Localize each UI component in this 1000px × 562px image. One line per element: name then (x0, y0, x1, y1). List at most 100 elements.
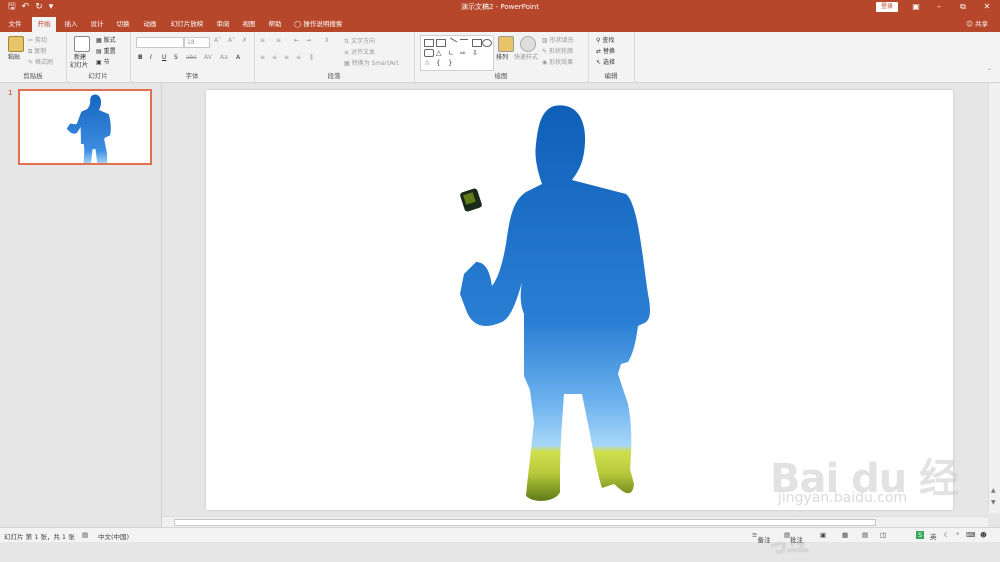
line-spacing-icon[interactable]: ⇕ (324, 37, 329, 44)
slide-thumbnail[interactable] (18, 89, 152, 175)
tab-animations[interactable]: 动画 (138, 17, 162, 32)
font-name-select[interactable] (136, 37, 184, 48)
new-slide-icon[interactable] (74, 36, 90, 52)
increase-indent-icon[interactable]: ⇥ (306, 37, 311, 44)
shape-fill-button[interactable]: ▨ 形状填充 (542, 35, 574, 44)
reading-view-icon[interactable]: ▤ (862, 531, 868, 539)
reset-button[interactable]: ▤ 重置 (96, 46, 116, 55)
tab-home[interactable]: 开始 (32, 17, 56, 32)
textbox-vertical-shape-icon[interactable] (436, 39, 446, 47)
select-button[interactable]: ↖ 选择 (596, 57, 615, 66)
italic-button[interactable]: I (150, 54, 152, 61)
columns-icon[interactable]: ‖ (310, 54, 313, 61)
font-color-button[interactable]: A (236, 54, 240, 61)
slideshow-icon[interactable]: ◫ (880, 531, 886, 539)
ribbon-tabs: 文件 开始 插入 设计 切换 动画 幻灯片放映 审阅 视图 帮助 ◯ 操作说明搜… (0, 14, 1000, 32)
tab-slideshow[interactable]: 幻灯片放映 (166, 17, 208, 32)
case-button[interactable]: Aa (220, 54, 228, 61)
slide-sorter-icon[interactable]: ▦ (842, 531, 848, 539)
layout-button[interactable]: ▦ 版式 (96, 35, 116, 44)
find-button[interactable]: ⚲ 查找 (596, 35, 614, 44)
arrange-icon[interactable] (498, 36, 514, 52)
vertical-scrollbar[interactable]: ▲ ▼ (988, 83, 1000, 513)
tell-me-search[interactable]: ◯ 操作说明搜索 (294, 17, 356, 32)
shape-outline-button[interactable]: ✎ 形状轮廓 (542, 46, 573, 55)
arrange-button[interactable]: 排列 (496, 52, 508, 61)
arrow-shape-icon[interactable] (460, 39, 468, 46)
tab-transitions[interactable]: 切换 (112, 17, 134, 32)
normal-view-icon[interactable]: ▣ (820, 531, 826, 539)
new-slide-label2[interactable]: 幻灯片 (70, 60, 88, 69)
login-button[interactable]: 登录 (876, 2, 898, 12)
language-status[interactable]: 中文(中国) (98, 531, 129, 541)
underline-button[interactable]: U (162, 54, 166, 61)
ribbon-display-icon[interactable]: ▣ (905, 0, 927, 14)
copy-button[interactable]: ⧉ 复制 (28, 46, 46, 56)
arrow-down-shape-icon[interactable]: ⇩ (472, 49, 480, 57)
horizontal-scroll-thumb[interactable] (174, 519, 876, 526)
shapes-gallery[interactable]: △ ∟ ⇨ ⇩ ☆ { } (420, 35, 494, 71)
tab-design[interactable]: 设计 (86, 17, 108, 32)
ime-logo-icon[interactable]: S (916, 531, 925, 539)
text-direction-button[interactable]: ⇅ 文字方向 (344, 36, 375, 45)
user-icon[interactable]: ☻ (980, 531, 987, 539)
scroll-up-icon[interactable]: ▲ (991, 487, 996, 494)
quick-styles-icon[interactable] (520, 36, 536, 52)
shadow-button[interactable]: S (174, 54, 178, 61)
cut-button[interactable]: ✂ 剪切 (28, 35, 47, 44)
bullets-icon[interactable]: ≡ (260, 37, 265, 44)
accessibility-icon[interactable]: ▤ (82, 531, 88, 539)
textbox-shape-icon[interactable] (424, 39, 434, 47)
font-size-select[interactable]: 18 (184, 37, 210, 48)
justify-icon[interactable]: ≡ (296, 54, 301, 61)
connector-shape-icon[interactable]: ∟ (448, 49, 456, 57)
arrow-right-shape-icon[interactable]: ⇨ (460, 49, 468, 57)
brace-shape-icon[interactable]: { (436, 59, 444, 67)
smartart-button[interactable]: ▦ 转换为 SmartArt (344, 58, 399, 67)
comments-button[interactable]: ▤ 批注 (784, 531, 803, 544)
strikethrough-button[interactable]: abc (186, 54, 197, 61)
rectangle-shape-icon[interactable] (472, 39, 482, 47)
collapse-ribbon-icon[interactable]: ⌃ (987, 68, 992, 75)
notes-button[interactable]: ≡ 备注 (752, 531, 770, 544)
restore-icon[interactable]: ⧉ (952, 0, 974, 14)
horizontal-scrollbar[interactable] (162, 516, 988, 527)
quick-styles-button[interactable]: 快速样式 (514, 52, 538, 61)
moon-icon[interactable]: ☾ (944, 531, 950, 539)
decrease-indent-icon[interactable]: ⇤ (294, 37, 299, 44)
punctuation-icon[interactable]: ° (956, 531, 959, 539)
star-shape-icon[interactable]: ☆ (424, 59, 432, 67)
align-text-button[interactable]: ≡ 对齐文本 (344, 47, 375, 56)
tab-help[interactable]: 帮助 (264, 17, 286, 32)
shrink-font-icon[interactable]: A˄ (228, 37, 235, 44)
triangle-shape-icon[interactable]: △ (436, 49, 444, 57)
clear-format-icon[interactable]: ✗ (242, 37, 247, 44)
ime-language[interactable]: 英 (930, 531, 937, 541)
tab-review[interactable]: 审阅 (212, 17, 234, 32)
bold-button[interactable]: B (138, 54, 143, 61)
brace-close-shape-icon[interactable]: } (448, 59, 456, 67)
minimize-icon[interactable]: – (928, 0, 950, 14)
format-painter-button[interactable]: ✎ 格式刷 (28, 57, 53, 66)
align-left-icon[interactable]: ≡ (260, 54, 265, 61)
spacing-button[interactable]: AV (204, 54, 212, 61)
close-icon[interactable]: ✕ (976, 0, 998, 14)
section-button[interactable]: ▣ 节 (96, 57, 110, 66)
rounded-rect-shape-icon[interactable] (424, 49, 434, 57)
numbering-icon[interactable]: ≡ (276, 37, 281, 44)
scroll-down-icon[interactable]: ▼ (991, 499, 996, 506)
share-button[interactable]: ☺ 共享 (966, 18, 988, 28)
keyboard-icon[interactable]: ⌨ (966, 531, 975, 539)
replace-button[interactable]: ⇄ 替换 (596, 46, 615, 55)
paste-icon[interactable] (8, 36, 24, 52)
paste-button[interactable]: 粘贴 (8, 52, 20, 61)
shape-effects-button[interactable]: ◉ 形状效果 (542, 57, 573, 66)
tab-insert[interactable]: 插入 (60, 17, 82, 32)
align-right-icon[interactable]: ≡ (284, 54, 289, 61)
align-center-icon[interactable]: ≡ (272, 54, 277, 61)
tab-file[interactable]: 文件 (4, 17, 26, 32)
oval-shape-icon[interactable] (482, 39, 492, 47)
tab-view[interactable]: 视图 (238, 17, 260, 32)
grow-font-icon[interactable]: A˅ (214, 37, 221, 44)
line-shape-icon[interactable] (446, 37, 458, 48)
